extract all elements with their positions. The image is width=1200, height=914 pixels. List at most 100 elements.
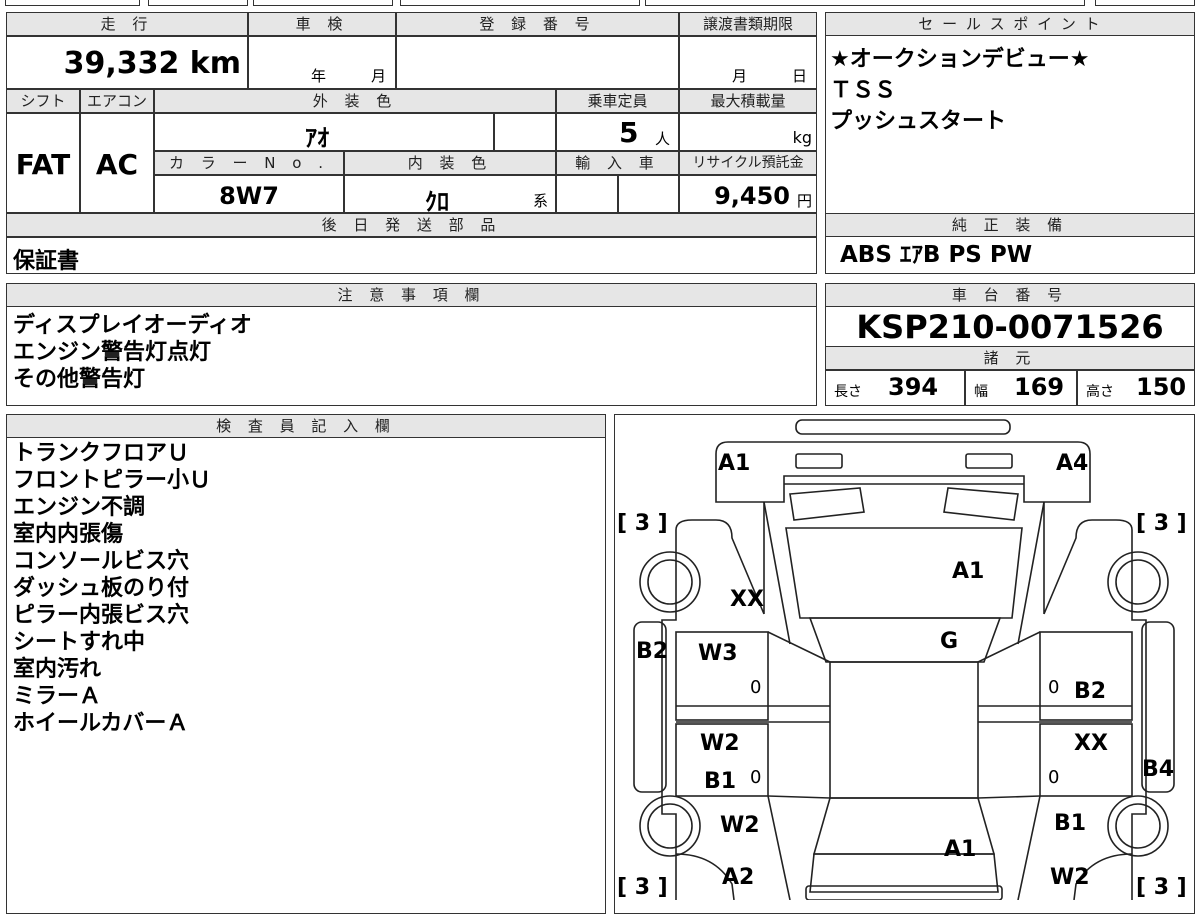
imported-cell-b [618, 175, 679, 213]
a-pillar [763, 501, 1045, 645]
windshield [808, 617, 1002, 663]
registration-cell [396, 36, 679, 89]
inspector-item: 室内内張傷 [13, 522, 124, 547]
bracket-label: [ 3 ] [1136, 875, 1187, 900]
inspector-item: エンジン不調 [13, 495, 146, 520]
sales-points-list: ★オークションデビュー★ ＴＳＳ プッシュスタート [830, 46, 1190, 135]
zero-mark: 0 [750, 767, 762, 788]
note-item: その他警告灯 [13, 367, 146, 392]
capacity-unit: 人 [655, 130, 671, 148]
options-value: ABS ｴｱB PS PW [840, 242, 1033, 268]
exterior-color-extra-cell [494, 113, 556, 151]
imported-cell-a [556, 175, 618, 213]
imported-header: 輸 入 車 [556, 151, 679, 175]
top-cut-row [5, 0, 1195, 6]
inspector-list: トランクフロアＵ フロントピラー小Ｕ エンジン不調 室内内張傷 コンソールビス穴… [13, 440, 211, 737]
length-value: 394 [888, 373, 939, 401]
interior-color-value: ｸﾛ [425, 188, 449, 216]
notes-list: ディスプレイオーディオ エンジン警告灯点灯 その他警告灯 [13, 312, 252, 393]
damage-label: A1 [718, 451, 751, 476]
mileage-value: 39,332 km [63, 46, 241, 81]
transfer-deadline-cell: 月 日 [679, 36, 817, 89]
exterior-color-header: 外 装 色 [154, 89, 556, 113]
wheel-rear-left-inner [647, 803, 693, 849]
inspection-month-label: 月 [371, 67, 387, 85]
inspector-item: トランクフロアＵ [13, 441, 190, 466]
damage-label: A2 [722, 865, 755, 890]
aircon-value: AC [95, 148, 139, 181]
note-item: ディスプレイオーディオ [13, 313, 252, 338]
sales-point-item: プッシュスタート [830, 109, 1007, 134]
body-left [661, 530, 677, 900]
color-no-value: 8W7 [219, 182, 279, 210]
sales-point-item: ★オークションデビュー★ [830, 47, 1090, 72]
later-parts-cell: 保証書 [6, 237, 817, 274]
wheel-rear-left [639, 795, 701, 857]
color-no-cell: 8W7 [154, 175, 344, 213]
damage-label: A1 [944, 837, 977, 862]
height-label: 高さ [1086, 384, 1114, 400]
rear-bumper-bar [805, 885, 1003, 900]
wheel-rear-right [1107, 795, 1169, 857]
inspector-item: シートすれ中 [13, 630, 146, 655]
damage-label: W2 [700, 731, 740, 756]
damage-label: B4 [1142, 757, 1175, 782]
damage-label: G [940, 629, 959, 654]
bracket-label: [ 3 ] [617, 511, 668, 536]
width-cell: 幅 169 [965, 370, 1077, 406]
interior-color-cell: ｸﾛ 系 [344, 175, 556, 216]
wheel-rear-right-inner [1115, 803, 1161, 849]
damage-label: W2 [1050, 865, 1090, 890]
sales-points-header: セ ー ル ス ポ イ ン ト [825, 12, 1195, 36]
later-parts-header: 後 日 発 送 部 品 [6, 213, 817, 237]
aircon-cell: AC [80, 113, 154, 213]
zero-mark: 0 [750, 677, 762, 698]
specs-header: 諸 元 [825, 346, 1195, 370]
inspection-cell: 年 月 [248, 36, 396, 89]
inspector-item: ミラーＡ [13, 684, 102, 709]
recycle-fee-unit: 円 [796, 192, 812, 210]
damage-label: B1 [1054, 811, 1087, 836]
front-bumper-bar [795, 419, 1011, 435]
transfer-deadline-header: 譲渡書類期限 [679, 12, 817, 36]
front-bumper [715, 441, 1091, 503]
note-item: エンジン警告灯点灯 [13, 340, 212, 365]
wheel-front-left [639, 551, 701, 613]
shift-header: シフト [6, 89, 80, 113]
recycle-fee-cell: 9,450 円 [679, 175, 817, 213]
max-load-cell: kg [679, 113, 817, 151]
headlight-right [965, 453, 1013, 469]
damage-label: W3 [698, 641, 738, 666]
damage-label: W2 [720, 813, 760, 838]
grille [784, 483, 1024, 521]
capacity-header: 乗車定員 [556, 89, 679, 113]
interior-color-suffix: 系 [533, 192, 549, 210]
later-parts-value: 保証書 [13, 249, 80, 274]
length-cell: 長さ 394 [825, 370, 965, 406]
inspection-year-label: 年 [311, 67, 327, 85]
damage-label: XX [730, 587, 764, 612]
inspector-item: ピラー内張ビス穴 [13, 603, 190, 628]
max-load-header: 最大積載量 [679, 89, 817, 113]
inspector-item: 室内汚れ [13, 657, 102, 682]
registration-header: 登 録 番 号 [396, 12, 679, 36]
recycle-fee-value: 9,450 [714, 182, 790, 210]
mileage-header: 走 行 [6, 12, 248, 36]
hood [785, 527, 1023, 619]
capacity-value: 5 [619, 116, 639, 149]
damage-label: B2 [636, 639, 669, 664]
inspection-header: 車 検 [248, 12, 396, 36]
roof [829, 661, 979, 799]
mileage-cell: 39,332 km [6, 36, 248, 89]
zero-mark: 0 [1048, 767, 1060, 788]
exterior-color-cell: ｱｵ [154, 113, 494, 152]
bracket-label: [ 3 ] [1136, 511, 1187, 536]
wheel-front-left-inner [647, 559, 693, 605]
damage-label: A1 [952, 559, 985, 584]
wheel-front-right [1107, 551, 1169, 613]
width-label: 幅 [974, 384, 988, 400]
shift-value: FAT [15, 148, 71, 181]
length-label: 長さ [834, 384, 862, 400]
recycle-fee-header: リサイクル預託金 [679, 151, 817, 175]
inspector-item: ダッシュ板のり付 [13, 576, 190, 601]
